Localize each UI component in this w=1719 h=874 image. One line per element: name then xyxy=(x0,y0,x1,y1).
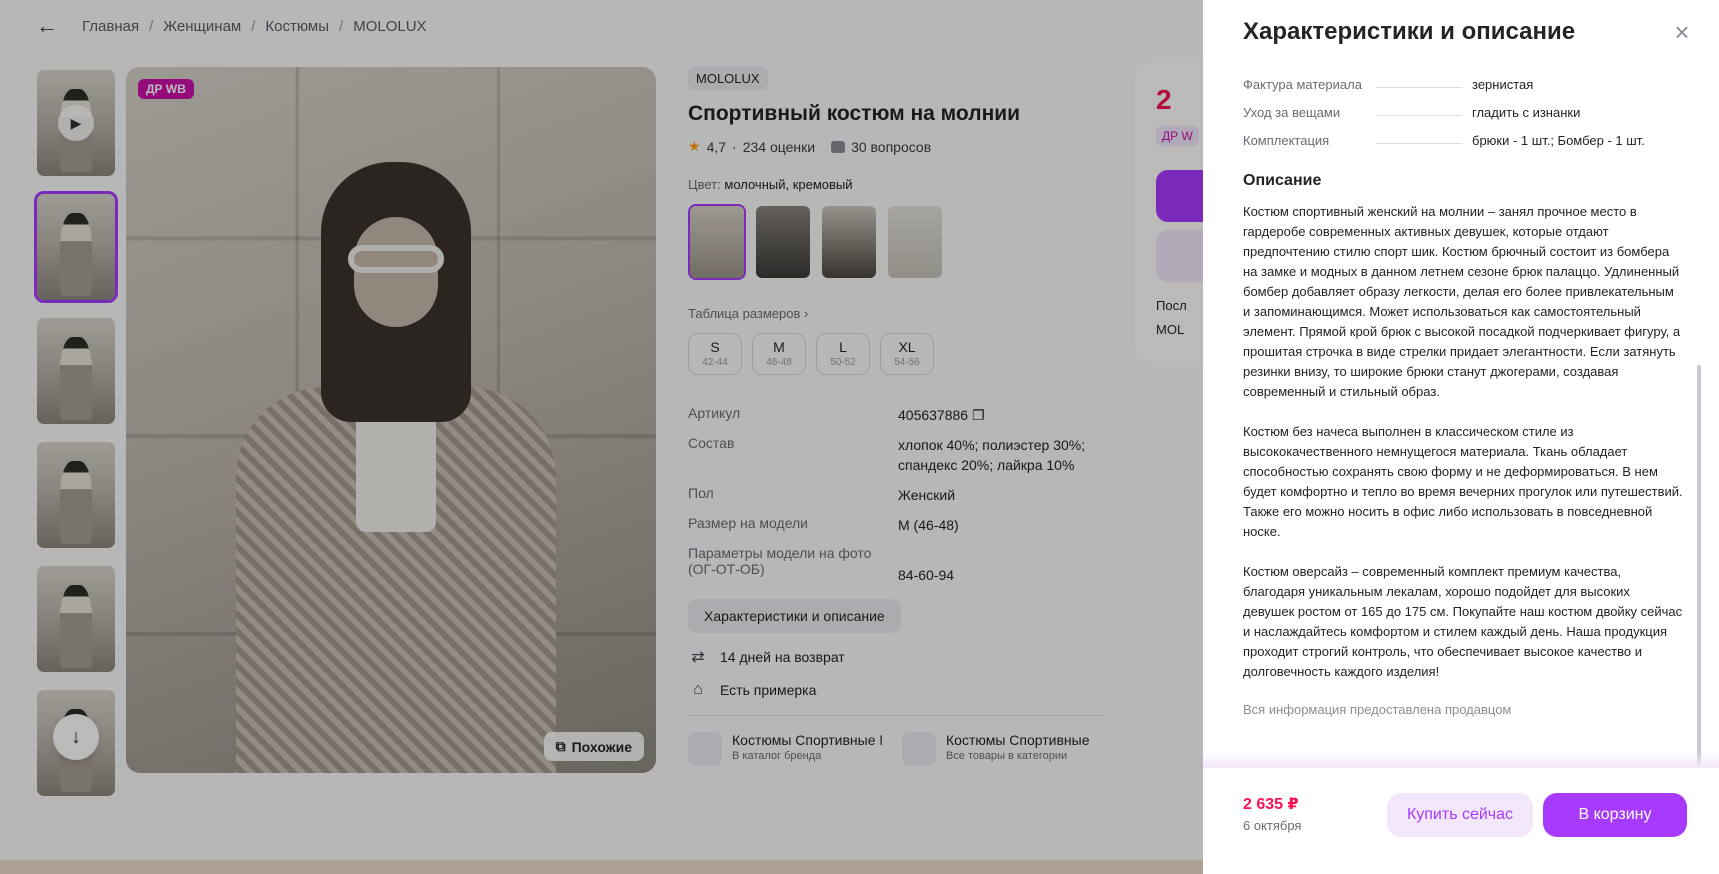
characteristics-drawer: Характеристики и описание × Фактура мате… xyxy=(1203,0,1719,874)
drawer-fade xyxy=(1203,752,1719,768)
description-heading: Описание xyxy=(1243,172,1322,189)
drawer-content[interactable]: Фактура материала зернистая Уход за веща… xyxy=(1243,70,1683,766)
footer-price: 2 635 ₽ xyxy=(1243,796,1299,813)
drawer-footer: 2 635 ₽ 6 октября Купить сейчас В корзин… xyxy=(1203,768,1719,874)
spec-key: Комплектация xyxy=(1243,133,1472,148)
spec-row: Уход за вещами гладить с изнанки xyxy=(1243,98,1683,126)
spec-row: Комплектация брюки - 1 шт.; Бомбер - 1 ш… xyxy=(1243,126,1683,154)
spec-value: зернистая xyxy=(1472,76,1534,92)
spec-key: Уход за вещами xyxy=(1243,105,1472,120)
description-paragraph: Костюм без начеса выполнен в классическо… xyxy=(1243,424,1683,539)
spec-key: Фактура материала xyxy=(1243,77,1472,92)
spec-row: Фактура материала зернистая xyxy=(1243,70,1683,98)
spec-value: гладить с изнанки xyxy=(1472,104,1581,120)
description-paragraph: Костюм оверсайз – современный комплект п… xyxy=(1243,564,1683,679)
drawer-scrollbar[interactable] xyxy=(1697,365,1701,765)
add-to-cart-button[interactable]: В корзину xyxy=(1543,793,1687,837)
spec-list: Фактура материала зернистая Уход за веща… xyxy=(1243,70,1683,154)
close-icon[interactable]: × xyxy=(1669,19,1695,46)
seller-note: Вся информация предоставлена продавцом xyxy=(1243,702,1512,717)
buy-now-button[interactable]: Купить сейчас xyxy=(1387,793,1533,837)
spec-value: брюки - 1 шт.; Бомбер - 1 шт. xyxy=(1472,132,1645,148)
drawer-title: Характеристики и описание xyxy=(1243,18,1576,45)
delivery-date: 6 октября xyxy=(1243,818,1302,833)
description-paragraph: Костюм спортивный женский на молнии – за… xyxy=(1243,204,1681,399)
